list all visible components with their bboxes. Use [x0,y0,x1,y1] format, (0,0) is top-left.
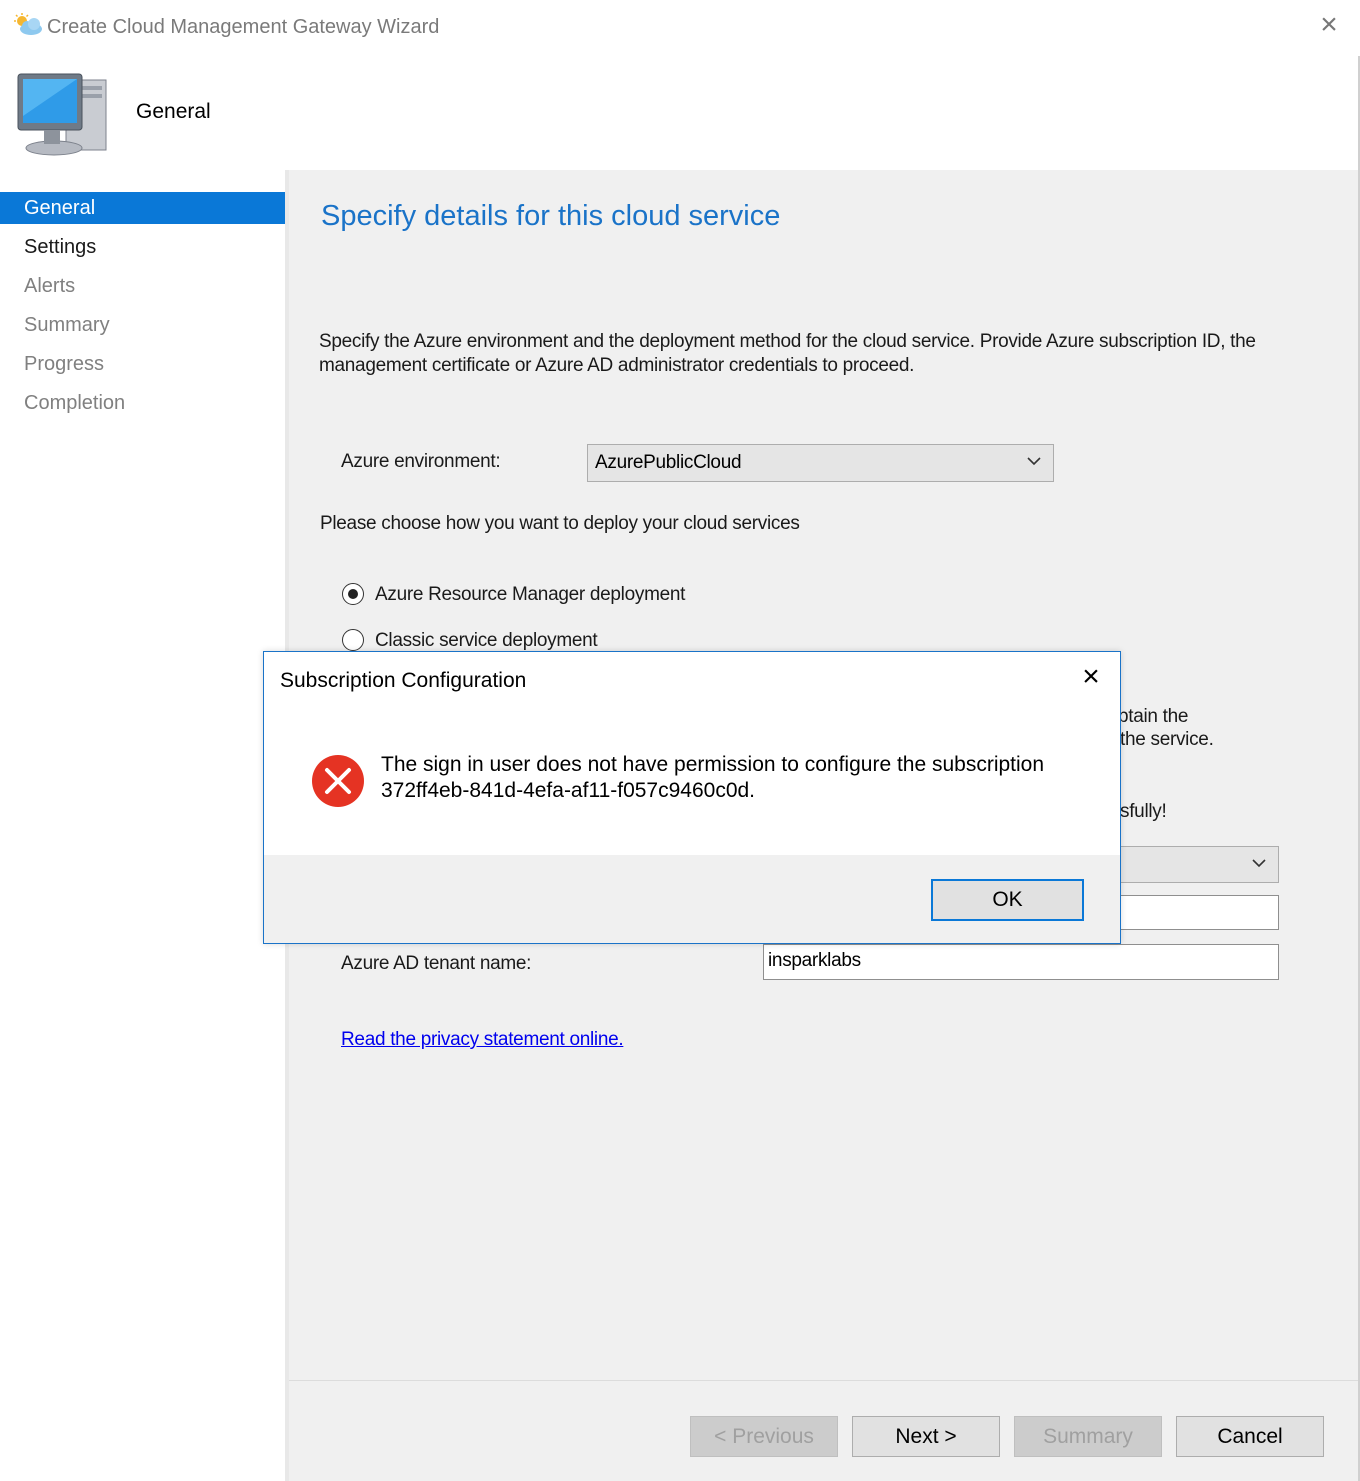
sidebar-item-settings[interactable]: Settings [0,231,285,263]
error-icon [312,755,364,807]
header-title: General [136,100,211,123]
page-description: Specify the Azure environment and the de… [319,331,1256,376]
dialog-message-line-2: 372ff4eb-841d-4efa-af11-f057c9460c0d. [381,779,756,802]
sidebar-item-summary[interactable]: Summary [0,309,285,341]
chevron-down-icon [1027,457,1041,466]
radio-arm-label: Azure Resource Manager deployment [375,584,686,605]
dialog-footer: OK [264,855,1120,943]
deploy-method-prompt: Please choose how you want to deploy you… [320,513,800,534]
partial-instruction-text-1: btain the [1118,706,1189,727]
tenant-name-label: Azure AD tenant name: [341,953,532,974]
ok-button[interactable]: OK [931,879,1084,921]
dialog-message-line-1: The sign in user does not have permissio… [381,753,1045,776]
wizard-sidebar: General Settings Alerts Summary Progress… [0,170,285,1481]
window-close-icon[interactable]: × [1314,10,1344,42]
radio-classic-deployment[interactable] [342,629,364,651]
radio-classic-label: Classic service deployment [375,630,598,651]
wizard-header: General [0,56,1358,170]
summary-button[interactable]: Summary [1014,1416,1162,1457]
dialog-message: The sign in user does not have permissio… [381,752,1101,804]
dialog-close-icon[interactable]: × [1076,662,1106,694]
chevron-down-icon [1252,859,1266,868]
dialog-title: Subscription Configuration [280,669,527,692]
cloud-sun-icon [14,13,42,35]
azure-environment-label: Azure environment: [341,451,501,472]
sidebar-item-progress[interactable]: Progress [0,348,285,380]
partial-instruction-text-2: the service. [1120,729,1214,750]
sidebar-item-alerts[interactable]: Alerts [0,270,285,302]
window-title: Create Cloud Management Gateway Wizard [47,16,440,38]
computer-icon [17,73,107,156]
privacy-statement-link[interactable]: Read the privacy statement online. [341,1029,624,1051]
sidebar-item-general[interactable]: General [0,192,285,224]
title-bar: Create Cloud Management Gateway Wizard × [0,0,1360,56]
page-title: Specify details for this cloud service [321,200,781,232]
cancel-button[interactable]: Cancel [1176,1416,1324,1457]
wizard-window: Create Cloud Management Gateway Wizard ×… [0,0,1360,1481]
radio-arm-deployment[interactable] [342,583,364,605]
next-button[interactable]: Next > [852,1416,1000,1457]
azure-environment-select[interactable]: AzurePublicCloud [587,444,1054,482]
tenant-name-input[interactable]: insparklabs [763,944,1279,980]
partial-status-text: sfully! [1120,801,1167,822]
azure-environment-value: AzurePublicCloud [595,452,742,473]
subscription-error-dialog: Subscription Configuration × The sign in… [263,651,1121,944]
previous-button[interactable]: < Previous [690,1416,838,1457]
sidebar-item-completion[interactable]: Completion [0,387,285,419]
footer-divider [289,1380,1358,1381]
